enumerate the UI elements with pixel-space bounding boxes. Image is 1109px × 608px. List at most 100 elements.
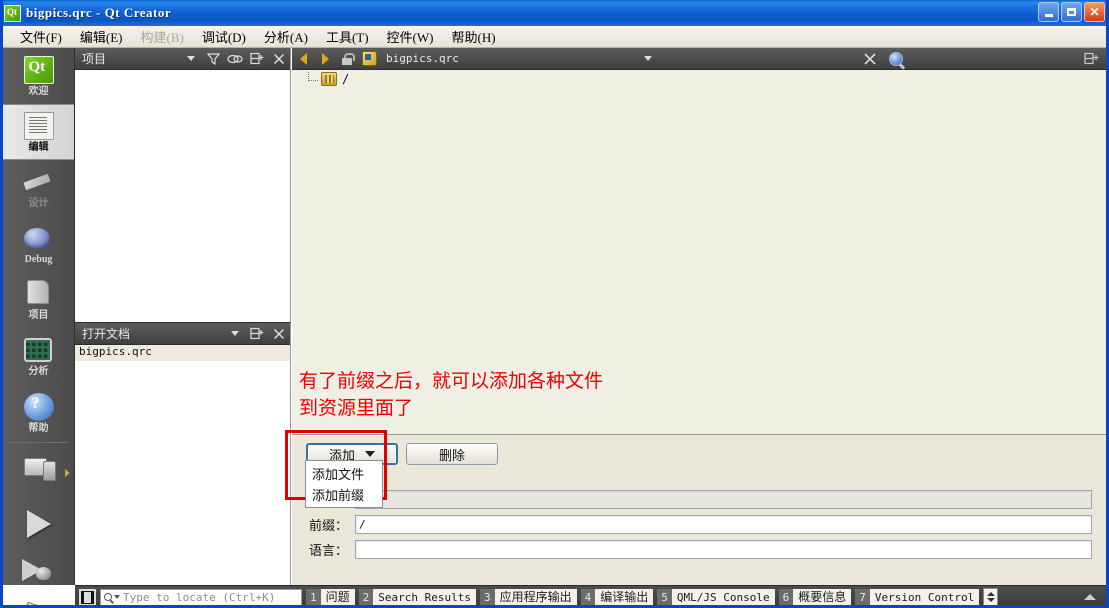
open-documents-title: 打开文档: [82, 327, 131, 341]
resource-editor-buttons: 添加 删除: [292, 435, 1106, 465]
output-tab-search-results[interactable]: 2 Search Results: [358, 588, 476, 605]
close-icon[interactable]: [268, 48, 290, 70]
forward-arrow-icon[interactable]: [314, 48, 336, 70]
mode-welcome[interactable]: 欢迎: [3, 48, 74, 104]
alias-field-row: 别名：: [292, 487, 1106, 512]
window-controls: ✕: [1038, 2, 1105, 22]
mode-help[interactable]: 帮助: [3, 384, 74, 440]
spinner-updown-icon[interactable]: [983, 588, 999, 605]
mode-analyze-label: 分析: [28, 365, 49, 377]
tab-number: 5: [657, 588, 672, 605]
run-play-icon: [26, 509, 51, 538]
menu-item-add-files[interactable]: 添加文件: [306, 463, 382, 484]
menu-tools[interactable]: 工具(T): [317, 25, 378, 48]
link-icon[interactable]: [224, 48, 246, 70]
remove-button[interactable]: 删除: [406, 443, 498, 465]
minimize-button[interactable]: [1038, 2, 1059, 22]
project-panel-combo-arrow[interactable]: [180, 48, 202, 70]
menu-build: 构建(B): [140, 30, 184, 45]
debug-run-icon: [21, 556, 56, 584]
menu-analyze[interactable]: 分析(A): [255, 25, 317, 48]
remove-button-label: 删除: [438, 447, 465, 463]
kit-selector-button[interactable]: [3, 445, 74, 497]
analyze-monitor-icon: [23, 336, 54, 364]
prefix-field-row: 前缀： /: [292, 512, 1106, 537]
resource-property-fields: 别名： 前缀： / 语言：: [292, 487, 1106, 562]
menu-debug[interactable]: 调试(D): [193, 25, 255, 48]
chevron-down-icon[interactable]: [114, 595, 120, 599]
editor-filename[interactable]: bigpics.qrc: [380, 52, 465, 65]
back-arrow-icon[interactable]: [292, 48, 314, 70]
project-panel-title: 项目: [82, 52, 107, 66]
maximize-button[interactable]: [1061, 2, 1082, 22]
resource-prefix-icon: [321, 71, 337, 86]
collapse-arrow-icon[interactable]: [1084, 594, 1096, 600]
output-tab-version-control[interactable]: 7 Version Control: [855, 588, 980, 605]
project-panel: 项目: [75, 48, 291, 322]
close-button[interactable]: ✕: [1084, 2, 1105, 22]
mode-design-label: 设计: [28, 197, 49, 209]
tab-label: 编译输出: [595, 588, 654, 605]
open-documents-combo-arrow[interactable]: [224, 323, 246, 345]
tree-branch-line: [308, 72, 318, 81]
prefix-input[interactable]: /: [355, 515, 1092, 534]
output-tab-issues[interactable]: 1 问题: [306, 588, 355, 605]
debug-run-button[interactable]: [3, 547, 74, 593]
mode-projects[interactable]: 项目: [3, 272, 74, 328]
close-icon[interactable]: [268, 323, 290, 345]
menu-edit[interactable]: 编辑(E): [71, 25, 132, 48]
build-hammer-icon: [23, 602, 55, 605]
search-placeholder: Type to locate (Ctrl+K): [123, 590, 276, 604]
tab-number: 3: [479, 588, 495, 605]
build-button[interactable]: [3, 593, 74, 605]
output-tab-qml-js-console[interactable]: 5 QML/JS Console: [657, 588, 775, 605]
tab-label: QML/JS Console: [671, 588, 775, 605]
tab-label: Version Control: [869, 588, 980, 605]
project-tree[interactable]: [75, 70, 290, 322]
edit-document-icon: [23, 111, 54, 140]
tab-label: 概要信息: [793, 588, 852, 605]
project-panel-header: 项目: [75, 48, 290, 70]
split-icon[interactable]: [246, 48, 268, 70]
close-icon[interactable]: [859, 48, 881, 70]
menu-item-add-prefix[interactable]: 添加前缀: [306, 484, 382, 505]
toggle-sidebar-icon[interactable]: [79, 588, 96, 605]
list-item[interactable]: bigpics.qrc: [75, 345, 290, 361]
filter-icon[interactable]: [202, 48, 224, 70]
split-icon[interactable]: [246, 323, 268, 345]
run-button[interactable]: [3, 497, 74, 547]
magnifier-icon[interactable]: [885, 48, 907, 70]
menu-file[interactable]: 文件(F): [11, 25, 71, 48]
tree-row[interactable]: /: [292, 70, 1106, 87]
mode-debug[interactable]: Debug: [3, 216, 74, 272]
search-input[interactable]: Type to locate (Ctrl+K): [100, 588, 302, 605]
language-input[interactable]: [355, 540, 1092, 559]
output-tab-general-messages[interactable]: 6 概要信息: [778, 588, 852, 605]
language-field-row: 语言：: [292, 537, 1106, 562]
modebar-divider: [9, 442, 68, 443]
mode-edit[interactable]: 编辑: [3, 104, 74, 160]
tab-number: 6: [778, 588, 794, 605]
open-documents-panel: 打开文档 bigpics.qrc: [75, 322, 291, 585]
status-bar: Type to locate (Ctrl+K) 1 问题 2 Search Re…: [75, 585, 1106, 605]
chevron-down-icon[interactable]: [637, 48, 659, 70]
unlock-icon[interactable]: [336, 48, 358, 70]
qt-welcome-icon: [23, 55, 54, 84]
output-tab-application-output[interactable]: 3 应用程序输出: [479, 588, 577, 605]
search-icon: [104, 593, 112, 601]
editor-toolbar: bigpics.qrc: [292, 48, 1106, 70]
mode-analyze[interactable]: 分析: [3, 328, 74, 384]
computer-kit-icon: [23, 457, 56, 485]
menu-widgets[interactable]: 控件(W): [378, 25, 443, 48]
tab-label: 问题: [320, 588, 355, 605]
split-view-icon[interactable]: [1080, 48, 1102, 70]
output-tab-compile-output[interactable]: 4 编译输出: [580, 588, 654, 605]
mode-selector-bar: 欢迎 编辑 设计 Debug 项目 分析 帮助: [3, 48, 75, 585]
tab-label: Search Results: [373, 588, 476, 605]
language-label: 语言：: [308, 543, 348, 558]
menu-help[interactable]: 帮助(H): [442, 25, 504, 48]
window-title: bigpics.qrc - Qt Creator: [26, 5, 172, 20]
design-pencil-icon: [22, 168, 54, 196]
open-documents-header: 打开文档: [75, 323, 290, 345]
alias-input: [355, 490, 1092, 509]
